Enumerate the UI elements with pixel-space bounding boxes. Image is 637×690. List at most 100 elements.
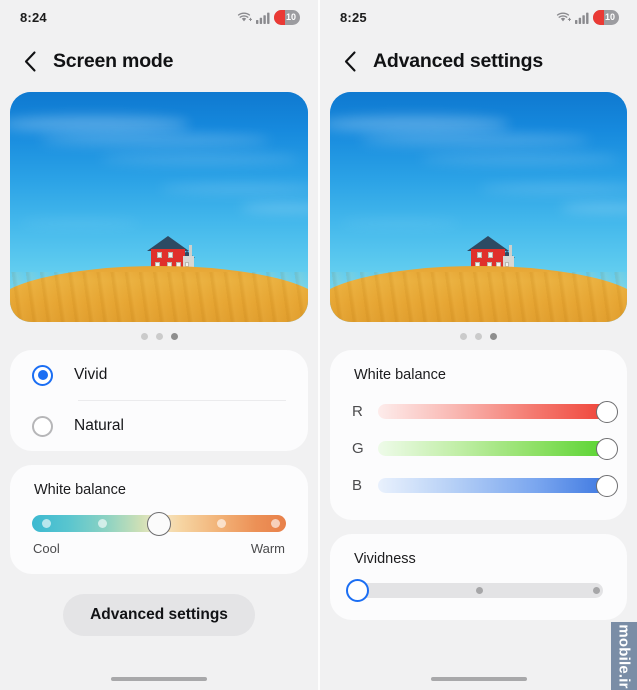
dual-screenshot-container: 8:24 10 Screen mode Vivid Natural White … xyxy=(0,0,637,690)
status-bar: 8:25 10 xyxy=(320,0,637,34)
page-dot-3[interactable] xyxy=(490,333,497,340)
rgb-label-red: R xyxy=(352,403,363,420)
battery-fill xyxy=(274,9,285,25)
green-slider-track[interactable] xyxy=(378,441,611,456)
vividness-slider-handle[interactable] xyxy=(346,579,369,602)
preview-page-indicator xyxy=(320,322,637,350)
preview-page-indicator xyxy=(0,322,318,350)
slider-tick xyxy=(270,519,280,528)
title-bar: Screen mode xyxy=(0,34,318,88)
white-balance-title: White balance xyxy=(354,367,446,383)
page-title: Advanced settings xyxy=(373,49,543,72)
page-dot-1[interactable] xyxy=(140,333,148,340)
signal-bars-icon xyxy=(256,12,270,24)
status-icons: 10 xyxy=(237,9,300,25)
white-balance-slider-wrapper: Cool Warm xyxy=(10,498,308,574)
title-bar: Advanced settings xyxy=(320,34,637,88)
blue-slider-track[interactable] xyxy=(378,478,611,493)
red-slider-track[interactable] xyxy=(378,404,611,419)
option-label-natural: Natural xyxy=(74,417,124,434)
cloud xyxy=(360,134,590,146)
wheat-field xyxy=(330,266,627,322)
white-balance-slider-handle[interactable] xyxy=(147,511,171,536)
slider-tick xyxy=(593,587,601,594)
page-dot-2[interactable] xyxy=(475,333,482,340)
blue-slider-handle[interactable] xyxy=(596,474,618,497)
radio-natural[interactable] xyxy=(32,415,53,437)
label-cool: Cool xyxy=(33,541,60,556)
home-indicator[interactable] xyxy=(111,677,207,681)
vividness-title: Vividness xyxy=(354,551,416,567)
cloud xyxy=(100,154,300,164)
rgb-label-blue: B xyxy=(352,477,363,494)
rgb-row-green: G xyxy=(330,430,627,467)
battery-level-text: 10 xyxy=(285,11,296,22)
white-balance-card: White balance Cool Warm xyxy=(10,465,308,574)
white-balance-title: White balance xyxy=(34,482,126,498)
slider-tick xyxy=(42,519,52,528)
wifi-icon xyxy=(556,12,571,21)
radio-vivid[interactable] xyxy=(32,364,53,386)
white-balance-slider[interactable] xyxy=(32,511,286,536)
battery-badge: 10 xyxy=(274,9,300,25)
red-slider-handle[interactable] xyxy=(596,400,618,423)
green-slider-handle[interactable] xyxy=(596,437,618,460)
red-house-illustration xyxy=(147,236,199,270)
battery-fill xyxy=(593,9,604,25)
page-title: Screen mode xyxy=(53,49,174,72)
signal-bars-icon xyxy=(575,12,589,24)
page-dot-2[interactable] xyxy=(155,333,163,340)
blue-slider-wrapper xyxy=(378,474,618,498)
status-bar: 8:24 10 xyxy=(0,0,318,34)
red-slider-wrapper xyxy=(378,400,618,424)
vividness-card: Vividness xyxy=(330,534,627,620)
wifi-icon xyxy=(237,12,252,21)
battery-badge: 10 xyxy=(593,9,619,25)
option-row-vivid[interactable]: Vivid xyxy=(10,350,308,400)
wallpaper-preview-wrapper xyxy=(0,88,318,322)
screen-mode-panel: 8:24 10 Screen mode Vivid Natural White … xyxy=(0,0,318,690)
home-indicator-wrapper xyxy=(320,668,637,690)
watermark-text: mobile.ir xyxy=(615,623,633,689)
slider-tick xyxy=(217,519,227,528)
battery-level-text: 10 xyxy=(604,11,615,22)
cloud xyxy=(420,154,620,164)
vividness-slider-wrapper xyxy=(330,567,627,620)
advanced-settings-button[interactable]: Advanced settings xyxy=(63,594,255,636)
status-time: 8:24 xyxy=(20,9,47,25)
cloud xyxy=(20,220,140,227)
wallpaper-preview[interactable] xyxy=(10,92,308,322)
rgb-row-red: R xyxy=(330,393,627,430)
page-dot-3[interactable] xyxy=(170,333,178,340)
cloud xyxy=(40,134,270,146)
chevron-left-icon[interactable] xyxy=(20,50,40,72)
page-dot-1[interactable] xyxy=(460,333,467,340)
wallpaper-preview[interactable] xyxy=(330,92,627,322)
slider-tick xyxy=(98,519,108,528)
slider-tick xyxy=(476,587,483,594)
rgb-row-blue: B xyxy=(330,467,627,504)
advanced-settings-panel: 8:25 10 Advanced settings White balance … xyxy=(318,0,637,690)
chevron-left-icon[interactable] xyxy=(340,50,360,72)
rgb-label-green: G xyxy=(352,440,364,457)
status-icons: 10 xyxy=(556,9,619,25)
cloud xyxy=(160,184,308,193)
home-indicator[interactable] xyxy=(430,677,527,681)
watermark: mobile.ir xyxy=(611,622,637,690)
vividness-slider-track[interactable] xyxy=(346,579,603,602)
advanced-settings-button-wrapper: Advanced settings xyxy=(0,588,318,636)
home-indicator-wrapper xyxy=(0,668,318,690)
bottom-spacer xyxy=(0,636,318,668)
option-row-natural[interactable]: Natural xyxy=(10,401,308,451)
white-balance-scale-labels: Cool Warm xyxy=(32,532,286,574)
screen-mode-options-card: Vivid Natural xyxy=(10,350,308,451)
cloud xyxy=(480,184,627,193)
green-slider-wrapper xyxy=(378,437,618,461)
red-house-illustration xyxy=(467,236,519,270)
white-balance-rgb-card: White balance R G B xyxy=(330,350,627,520)
bottom-spacer xyxy=(320,634,637,668)
status-time: 8:25 xyxy=(340,9,367,25)
label-warm: Warm xyxy=(250,541,285,556)
option-label-vivid: Vivid xyxy=(74,366,108,383)
wheat-field xyxy=(10,266,308,322)
